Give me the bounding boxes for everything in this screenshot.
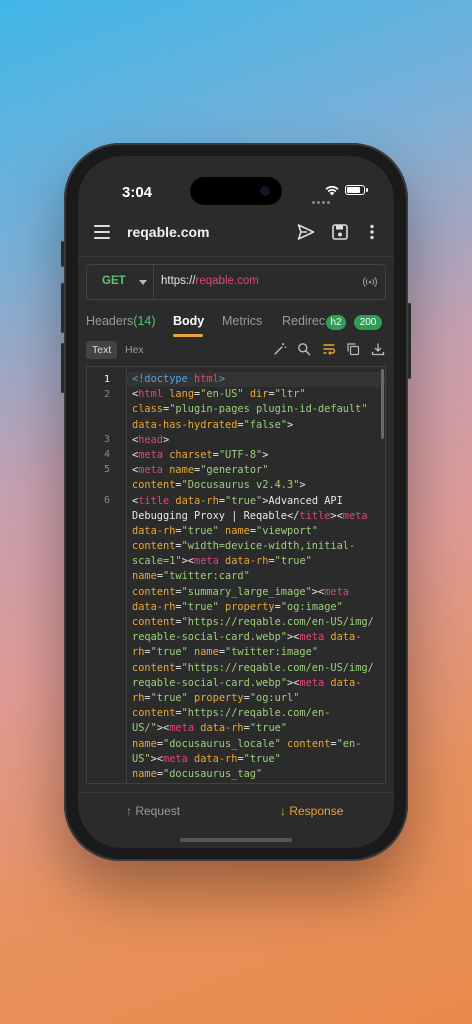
response-nav-button[interactable]: ↓ Response bbox=[280, 804, 343, 818]
http-method[interactable]: GET bbox=[102, 275, 126, 287]
bottom-navigation: ↑ Request ↓ Response bbox=[78, 792, 394, 833]
response-body-editor[interactable]: 1 2 3 4 5 6 <!doctype html> <html lang="… bbox=[86, 366, 386, 784]
line-number: 2 bbox=[103, 389, 110, 400]
magic-wand-icon[interactable] bbox=[273, 342, 287, 356]
send-icon[interactable] bbox=[296, 222, 316, 242]
url-host: reqable.com bbox=[195, 275, 259, 287]
protocol-badge: h2 bbox=[326, 315, 346, 330]
body-toolbar: Text Hex bbox=[78, 338, 394, 366]
arrow-down-icon: ↓ bbox=[280, 804, 290, 818]
editor-scrollbar[interactable] bbox=[381, 369, 384, 439]
response-nav-label: Response bbox=[289, 804, 344, 818]
tab-headers-count: (14) bbox=[133, 314, 156, 328]
dynamic-island bbox=[190, 177, 282, 205]
view-mode-text[interactable]: Text bbox=[86, 341, 118, 359]
line-number: 4 bbox=[103, 449, 110, 460]
request-url-bar: GET https://reqable.com bbox=[86, 264, 386, 300]
copy-icon[interactable] bbox=[346, 342, 360, 356]
mute-switch bbox=[61, 241, 64, 267]
line-number: 5 bbox=[103, 464, 110, 475]
screen: 3:04 reqable.com GET https://reqable.com… bbox=[78, 156, 394, 848]
line-number-gutter: 1 2 3 4 5 6 bbox=[87, 367, 127, 783]
search-icon[interactable] bbox=[297, 342, 311, 356]
arrow-up-icon: ↑ bbox=[126, 804, 136, 818]
battery-icon bbox=[345, 185, 368, 195]
volume-down-button bbox=[61, 343, 64, 393]
volume-up-button bbox=[61, 283, 64, 333]
tab-redirect[interactable]: Redirec bbox=[282, 314, 325, 328]
power-button bbox=[408, 303, 411, 379]
url-separator bbox=[153, 265, 154, 299]
response-tabs: Headers(14) Body Metrics Redirec h2 200 bbox=[78, 308, 394, 338]
line-number: 1 bbox=[103, 374, 110, 385]
request-url[interactable]: https://reqable.com bbox=[161, 275, 259, 287]
tab-headers-label: Headers bbox=[86, 314, 134, 328]
app-bar: reqable.com bbox=[78, 208, 394, 256]
tab-headers[interactable]: Headers(14) bbox=[86, 314, 155, 328]
method-dropdown-icon[interactable] bbox=[139, 280, 147, 285]
code-content: <!doctype html> <html lang="en-US" dir="… bbox=[132, 373, 374, 780]
app-bar-divider bbox=[78, 256, 394, 257]
download-icon[interactable] bbox=[371, 342, 385, 356]
url-scheme: https:// bbox=[161, 275, 196, 287]
app-title: reqable.com bbox=[127, 224, 210, 240]
phone-frame: 3:04 reqable.com GET https://reqable.com… bbox=[61, 143, 411, 861]
menu-icon[interactable] bbox=[94, 225, 110, 239]
line-number: 6 bbox=[103, 495, 110, 506]
active-tab-indicator bbox=[173, 334, 203, 337]
broadcast-icon[interactable] bbox=[363, 275, 377, 289]
home-indicator bbox=[180, 838, 292, 842]
word-wrap-icon[interactable] bbox=[322, 342, 336, 356]
save-icon[interactable] bbox=[330, 222, 350, 242]
more-vertical-icon[interactable] bbox=[362, 222, 382, 242]
status-code-badge: 200 bbox=[354, 315, 382, 330]
line-number: 3 bbox=[103, 434, 110, 445]
view-mode-hex[interactable]: Hex bbox=[125, 341, 144, 359]
status-time: 3:04 bbox=[122, 184, 153, 201]
request-nav-button[interactable]: ↑ Request bbox=[126, 804, 180, 818]
tab-metrics[interactable]: Metrics bbox=[222, 314, 262, 328]
wifi-icon bbox=[325, 185, 339, 196]
tab-body[interactable]: Body bbox=[173, 314, 204, 328]
status-bar: 3:04 bbox=[78, 156, 394, 206]
request-nav-label: Request bbox=[135, 804, 181, 818]
